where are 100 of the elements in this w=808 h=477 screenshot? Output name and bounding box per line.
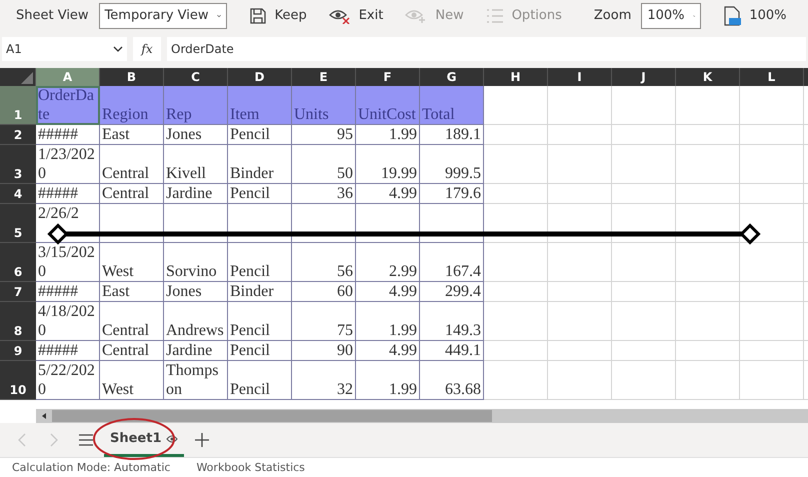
eye-close-icon	[328, 8, 351, 24]
chevron-left-icon	[18, 433, 26, 448]
table-cell: Jardine	[164, 340, 228, 361]
column-title: UnitCost	[356, 86, 420, 125]
table-cell: 36	[292, 184, 356, 204]
table-cell: Kivell	[164, 144, 228, 184]
status-item: Calculation Mode: Automatic	[12, 461, 170, 474]
table-cell: Central	[100, 340, 164, 361]
table-cell: 50	[292, 144, 356, 184]
row-header[interactable]: 8	[0, 302, 36, 341]
row-header[interactable]: 6	[0, 242, 36, 282]
table-cell: 189.1	[420, 124, 484, 145]
table-cell: Central	[100, 184, 164, 204]
table-cell: 1/23/2020	[36, 144, 100, 184]
table-cell: West	[100, 360, 164, 400]
row-header[interactable]: 1	[0, 86, 36, 125]
table-cell: Central	[100, 144, 164, 184]
list-icon	[486, 8, 504, 24]
table-cell: 149.3	[420, 302, 484, 341]
row-header[interactable]: 3	[0, 144, 36, 184]
formula-field[interactable]: OrderDate	[167, 36, 806, 61]
zoom-dropdown[interactable]: 100%	[641, 2, 702, 29]
function-button[interactable]: fx	[133, 36, 161, 61]
row-header[interactable]: 7	[0, 282, 36, 302]
column-header[interactable]: I	[548, 68, 612, 86]
table-cell: Sorvino	[164, 242, 228, 282]
table-cell: Jones	[164, 282, 228, 302]
column-header[interactable]: D	[228, 68, 292, 86]
table-cell: 2.99	[356, 242, 420, 282]
row-header[interactable]: 10	[0, 360, 36, 400]
table-cell: Andrews	[164, 302, 228, 341]
keep-button[interactable]: Keep	[240, 2, 315, 30]
table-cell: 299.4	[420, 282, 484, 302]
table-cell: Pencil	[228, 302, 292, 341]
triangle-icon	[21, 72, 33, 84]
name-box[interactable]: A1	[2, 36, 127, 61]
eye-plus-icon	[405, 8, 428, 24]
column-title: Total	[420, 86, 484, 125]
table-cell: #####	[36, 340, 100, 361]
view-dropdown[interactable]: Temporary View	[98, 2, 227, 29]
column-header[interactable]: K	[676, 68, 740, 86]
table-cell: Jardine	[164, 184, 228, 204]
caret-icon	[113, 46, 123, 52]
row-header[interactable]: 5	[0, 204, 36, 243]
table-cell: Pencil	[228, 124, 292, 145]
table-cell: East	[100, 124, 164, 145]
table-cell: #####	[36, 124, 100, 145]
row-header[interactable]: 9	[0, 340, 36, 361]
table-cell: 4.99	[356, 184, 420, 204]
table-cell: 95	[292, 124, 356, 145]
table-cell: 75	[292, 302, 356, 341]
row-header[interactable]: 2	[0, 124, 36, 145]
table-cell: Pencil	[228, 340, 292, 361]
table-cell: 449.1	[420, 340, 484, 361]
table-cell: 179.6	[420, 184, 484, 204]
caret-icon	[216, 12, 221, 19]
table-cell: West	[100, 242, 164, 282]
table-cell: 90	[292, 340, 356, 361]
table-cell: 56	[292, 242, 356, 282]
table-cell: Pencil	[228, 184, 292, 204]
select-all-button[interactable]	[0, 68, 36, 86]
column-header[interactable]: G	[420, 68, 484, 86]
zoom-label: Zoom	[594, 8, 632, 24]
table-cell: Binder	[228, 282, 292, 302]
chevron-right-icon	[50, 433, 58, 448]
column-title: Item	[228, 86, 292, 125]
status-item: Workbook Statistics	[196, 461, 305, 474]
line-shape[interactable]	[47, 223, 761, 244]
table-cell: Pencil	[228, 242, 292, 282]
table-cell: 5/22/2020	[36, 360, 100, 400]
column-header[interactable]: L	[740, 68, 804, 86]
table-cell: 19.99	[356, 144, 420, 184]
table-cell: 999.5	[420, 144, 484, 184]
table-cell: #####	[36, 184, 100, 204]
table-cell: 167.4	[420, 242, 484, 282]
column-header[interactable]: E	[292, 68, 356, 86]
exit-button[interactable]: Exit	[320, 2, 392, 30]
table-cell: 1.99	[356, 302, 420, 341]
table-cell: 4/18/2020	[36, 302, 100, 341]
column-header[interactable]: J	[612, 68, 676, 86]
column-header[interactable]: H	[484, 68, 548, 86]
zoom-reset-button[interactable]: 100%	[715, 2, 795, 30]
table-cell: 1.99	[356, 360, 420, 400]
table-cell: 60	[292, 282, 356, 302]
sheet-view-label: Sheet View	[16, 8, 89, 24]
table-cell: Jones	[164, 124, 228, 145]
scrollbar-thumb[interactable]	[52, 410, 492, 422]
row-header[interactable]: 4	[0, 184, 36, 204]
table-cell: 32	[292, 360, 356, 400]
table-cell: East	[100, 282, 164, 302]
table-cell: 4.99	[356, 340, 420, 361]
column-title: Rep	[164, 86, 228, 125]
table-cell: 1.99	[356, 124, 420, 145]
page-icon	[723, 6, 742, 26]
table-cell: #####	[36, 282, 100, 302]
column-title: Region	[100, 86, 164, 125]
table-cell: Binder	[228, 144, 292, 184]
column-header[interactable]: B	[100, 68, 164, 86]
column-header[interactable]: F	[356, 68, 420, 86]
column-header[interactable]: C	[164, 68, 228, 86]
